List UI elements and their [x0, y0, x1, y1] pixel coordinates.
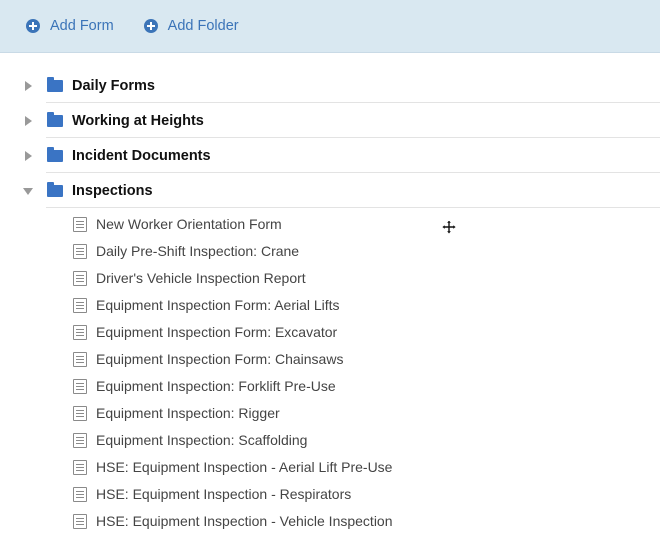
form-item[interactable]: Equipment Inspection: Forklift Pre-Use	[0, 372, 660, 399]
form-label: Equipment Inspection: Rigger	[96, 404, 280, 421]
form-item[interactable]: Equipment Inspection: Scaffolding	[0, 426, 660, 453]
folder-inspections[interactable]: Inspections	[0, 173, 660, 208]
form-item[interactable]: Equipment Inspection Form: Chainsaws	[0, 345, 660, 372]
folder-icon	[47, 111, 63, 127]
folder-label: Incident Documents	[72, 147, 211, 164]
form-label: Equipment Inspection Form: Aerial Lifts	[96, 296, 340, 313]
form-label: New Worker Orientation Form	[96, 215, 282, 232]
form-item[interactable]: HSE: Equipment Inspection - Respirators	[0, 480, 660, 507]
folder-working-at-heights[interactable]: Working at Heights	[0, 103, 660, 138]
move-cursor-icon	[442, 220, 456, 234]
form-label: Driver's Vehicle Inspection Report	[96, 269, 306, 286]
form-item[interactable]: Daily Pre-Shift Inspection: Crane	[0, 237, 660, 264]
folder-icon	[47, 181, 63, 197]
document-icon	[73, 513, 87, 529]
document-icon	[73, 243, 87, 259]
form-item[interactable]: HSE: Equipment Inspection - Vehicle Insp…	[0, 507, 660, 534]
folder-incident-documents[interactable]: Incident Documents	[0, 138, 660, 173]
document-icon	[73, 459, 87, 475]
toolbar: Add Form Add Folder	[0, 0, 660, 53]
folder-label: Daily Forms	[72, 77, 155, 94]
add-form-button[interactable]: Add Form	[26, 18, 114, 34]
document-icon	[73, 270, 87, 286]
plus-circle-icon	[26, 19, 40, 33]
form-label: HSE: Equipment Inspection - Aerial Lift …	[96, 458, 393, 475]
add-folder-label: Add Folder	[167, 18, 239, 34]
form-label: Daily Pre-Shift Inspection: Crane	[96, 242, 300, 259]
divider	[46, 207, 660, 208]
document-icon	[73, 351, 87, 367]
form-label: HSE: Equipment Inspection - Vehicle Insp…	[96, 512, 393, 529]
form-label: Equipment Inspection: Scaffolding	[96, 431, 308, 448]
caret-right-icon[interactable]	[25, 80, 32, 91]
form-label: HSE: Equipment Inspection - Respirators	[96, 485, 352, 502]
add-folder-button[interactable]: Add Folder	[143, 18, 239, 34]
document-icon	[73, 432, 87, 448]
form-label: Equipment Inspection: Forklift Pre-Use	[96, 377, 336, 394]
folder-icon	[47, 146, 63, 162]
folder-icon	[47, 76, 63, 92]
plus-circle-icon	[143, 19, 158, 33]
folder-label: Inspections	[72, 182, 153, 199]
folder-label: Working at Heights	[72, 112, 204, 129]
folder-daily-forms[interactable]: Daily Forms	[0, 68, 660, 103]
form-item[interactable]: Driver's Vehicle Inspection Report	[0, 264, 660, 291]
add-form-label: Add Form	[50, 18, 114, 34]
document-icon	[73, 378, 87, 394]
folder-tree: Daily Forms Working at Heights Incident …	[0, 68, 660, 534]
document-icon	[73, 405, 87, 421]
form-item[interactable]: Equipment Inspection Form: Aerial Lifts	[0, 291, 660, 318]
form-item[interactable]: Equipment Inspection Form: Excavator	[0, 318, 660, 345]
caret-right-icon[interactable]	[25, 150, 32, 161]
document-icon	[73, 324, 87, 340]
form-item[interactable]: Equipment Inspection: Rigger	[0, 399, 660, 426]
document-icon	[73, 216, 87, 232]
form-item[interactable]: HSE: Equipment Inspection - Aerial Lift …	[0, 453, 660, 480]
caret-right-icon[interactable]	[25, 115, 32, 126]
form-label: Equipment Inspection Form: Chainsaws	[96, 350, 344, 367]
inspections-form-list: New Worker Orientation Form Daily Pre-Sh…	[0, 208, 660, 534]
form-label: Equipment Inspection Form: Excavator	[96, 323, 338, 340]
document-icon	[73, 486, 87, 502]
caret-down-icon[interactable]	[23, 187, 33, 195]
document-icon	[73, 297, 87, 313]
form-item[interactable]: New Worker Orientation Form	[0, 210, 660, 237]
